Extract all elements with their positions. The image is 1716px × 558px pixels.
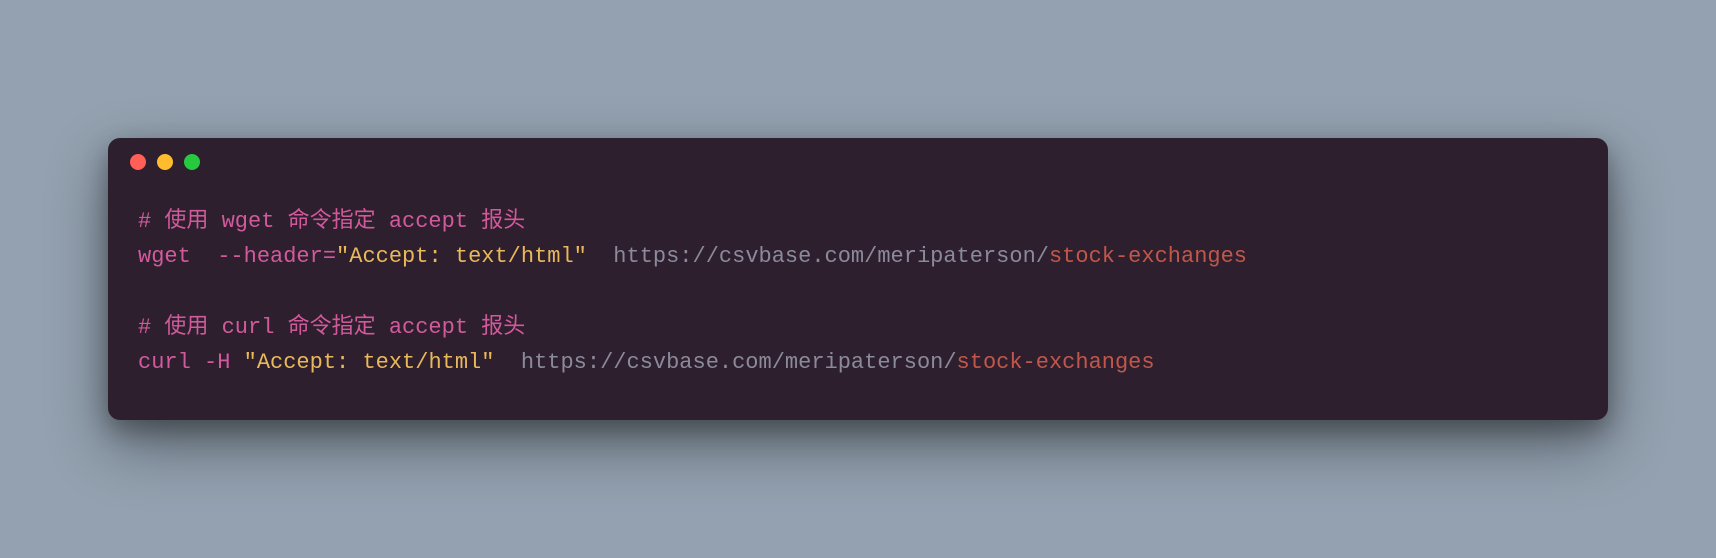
minimize-icon[interactable] [157, 154, 173, 170]
whitespace [191, 244, 217, 269]
url-path: stock-exchanges [1049, 244, 1247, 269]
terminal-window: # 使用 wget 命令指定 accept 报头wget --header="A… [108, 138, 1608, 420]
url-base: https://csvbase.com/meripaterson/ [521, 350, 957, 375]
command-token: wget [138, 244, 191, 269]
whitespace [587, 244, 613, 269]
string-token: "Accept: text/html" [336, 244, 587, 269]
window-titlebar [108, 138, 1608, 186]
comment-text: # 使用 curl 命令指定 accept 报头 [138, 315, 525, 340]
whitespace [494, 350, 520, 375]
code-line: curl -H "Accept: text/html" https://csvb… [138, 345, 1578, 380]
whitespace [191, 350, 204, 375]
url-path: stock-exchanges [957, 350, 1155, 375]
command-token: curl [138, 350, 191, 375]
whitespace [230, 350, 243, 375]
blank-line [138, 274, 1578, 309]
comment-text: # 使用 wget 命令指定 accept 报头 [138, 209, 525, 234]
maximize-icon[interactable] [184, 154, 200, 170]
code-line: # 使用 curl 命令指定 accept 报头 [138, 310, 1578, 345]
url-base: https://csvbase.com/meripaterson/ [613, 244, 1049, 269]
code-block: # 使用 wget 命令指定 accept 报头wget --header="A… [108, 186, 1608, 420]
close-icon[interactable] [130, 154, 146, 170]
string-token: "Accept: text/html" [244, 350, 495, 375]
flag-token: -H [204, 350, 230, 375]
code-line: wget --header="Accept: text/html" https:… [138, 239, 1578, 274]
flag-token: --header= [217, 244, 336, 269]
code-line: # 使用 wget 命令指定 accept 报头 [138, 204, 1578, 239]
